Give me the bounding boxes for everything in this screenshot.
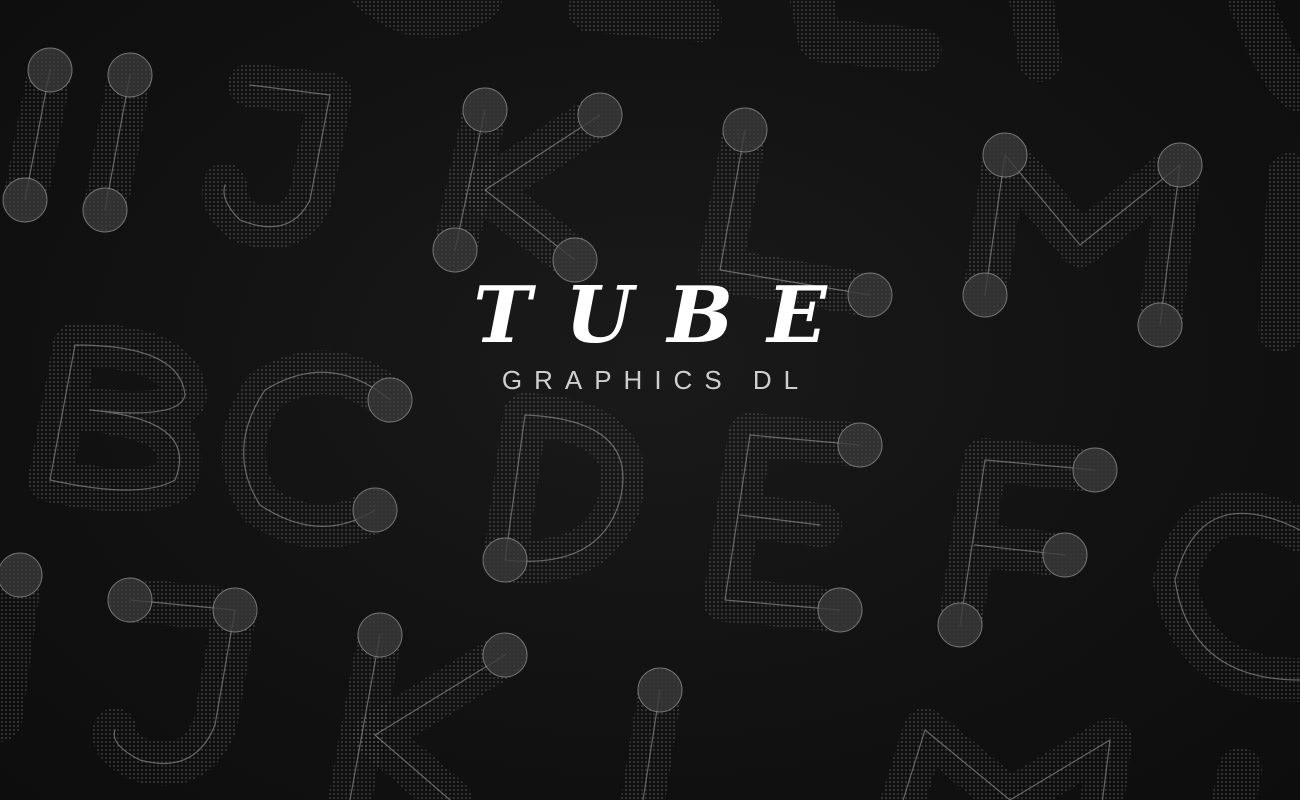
poster: TUBE GRAPHICS DL — [0, 0, 1300, 800]
poster-title: TUBE — [473, 270, 861, 361]
title-block: TUBE GRAPHICS DL — [0, 272, 1300, 396]
tube-letter-pattern — [0, 0, 1300, 800]
poster-subtitle: GRAPHICS DL — [501, 365, 811, 395]
